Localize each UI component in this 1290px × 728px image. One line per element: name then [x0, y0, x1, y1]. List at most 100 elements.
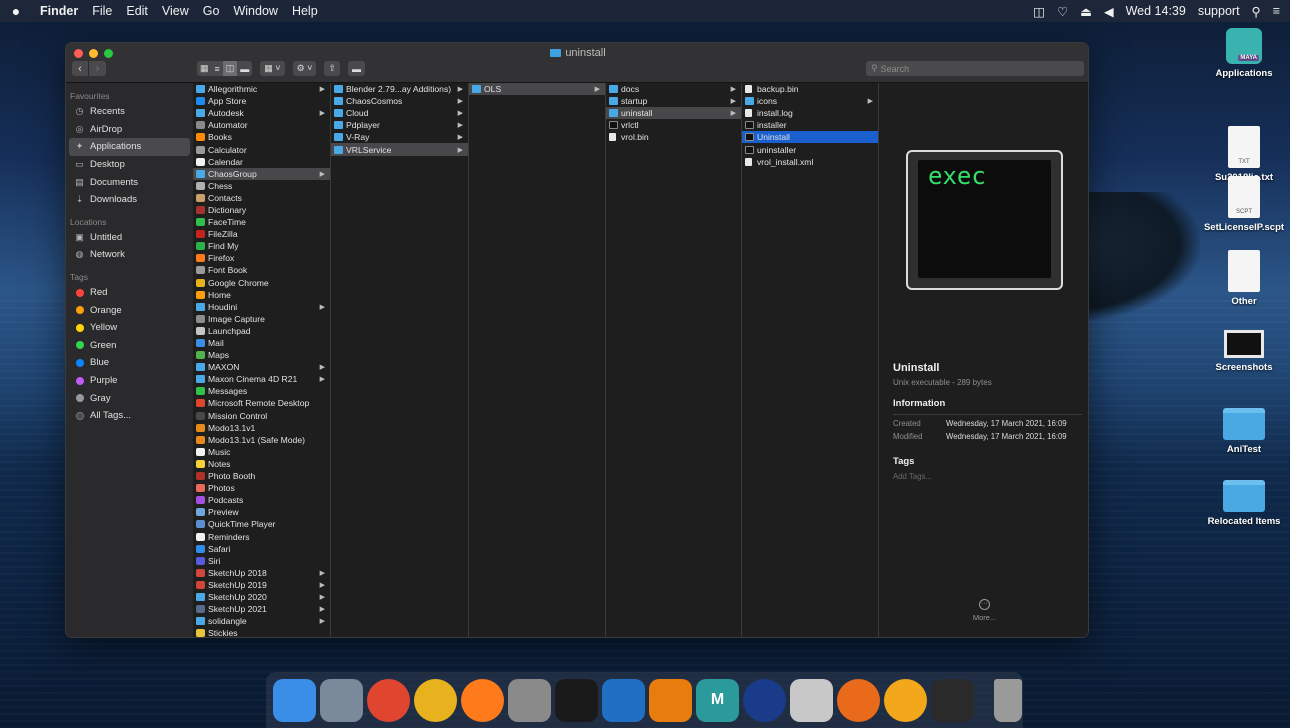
- desktop-item-anitest[interactable]: AniTest: [1198, 408, 1290, 455]
- list-item[interactable]: installer: [742, 119, 878, 131]
- chrome-icon[interactable]: [414, 678, 457, 722]
- sketchup-icon[interactable]: [602, 678, 645, 722]
- list-item[interactable]: Pdplayer ▶: [331, 119, 468, 131]
- list-item[interactable]: SketchUp 2018 ▶: [193, 567, 330, 579]
- list-item[interactable]: Maxon Cinema 4D R21 ▶: [193, 373, 330, 385]
- menu-finder[interactable]: Finder: [40, 4, 78, 18]
- menu-help[interactable]: Help: [292, 4, 318, 18]
- sidebar-tag-gray[interactable]: Gray: [66, 389, 193, 407]
- gallery-view-icon[interactable]: ▬: [237, 61, 252, 76]
- list-item[interactable]: backup.bin: [742, 83, 878, 95]
- notification-center-icon[interactable]: ≡: [1273, 4, 1280, 18]
- remote-desktop-icon[interactable]: [367, 678, 410, 722]
- clock[interactable]: Wed 14:39: [1126, 4, 1186, 18]
- tags-button-icon[interactable]: ▬: [347, 61, 365, 76]
- wifi-icon[interactable]: ♡: [1057, 4, 1068, 19]
- list-item[interactable]: uninstaller: [742, 143, 878, 155]
- back-button[interactable]: ‹: [72, 61, 89, 76]
- volume-icon[interactable]: ◀: [1104, 4, 1114, 19]
- list-item[interactable]: Safari: [193, 543, 330, 555]
- list-item[interactable]: Blender 2.79...ay Additions) ▶: [331, 83, 468, 95]
- list-item[interactable]: FileZilla: [193, 228, 330, 240]
- menu-file[interactable]: File: [92, 4, 112, 18]
- group-by-button[interactable]: ▦ ˅: [260, 61, 285, 76]
- menu-edit[interactable]: Edit: [126, 4, 148, 18]
- list-item[interactable]: Allegorithmic ▶: [193, 83, 330, 95]
- trash-icon[interactable]: [994, 678, 1022, 722]
- list-item[interactable]: Photo Booth: [193, 470, 330, 482]
- list-item[interactable]: Google Chrome: [193, 277, 330, 289]
- list-item[interactable]: ChaosCosmos ▶: [331, 95, 468, 107]
- sidebar-item-downloads[interactable]: ⇣ Downloads: [66, 191, 193, 209]
- screen-mirroring-icon[interactable]: ◫: [1033, 4, 1045, 19]
- list-item[interactable]: Houdini ▶: [193, 301, 330, 313]
- list-item[interactable]: Podcasts: [193, 494, 330, 506]
- modo-icon[interactable]: [884, 678, 927, 722]
- list-view-icon[interactable]: ≡: [212, 61, 223, 76]
- sidebar-item-recents[interactable]: ◷ Recents: [66, 103, 193, 121]
- desktop-item-applications[interactable]: MAYA Applications: [1198, 28, 1290, 79]
- more-button[interactable]: ··· More...: [879, 599, 1088, 622]
- houdini-icon[interactable]: [837, 678, 880, 722]
- list-item[interactable]: Dictionary: [193, 204, 330, 216]
- maya-icon[interactable]: M: [696, 678, 739, 722]
- list-item[interactable]: uninstall ▶: [606, 107, 741, 120]
- list-item[interactable]: icons ▶: [742, 95, 878, 107]
- desktop-item-su2018lic-txt[interactable]: TXTSu2018lic.txt: [1198, 126, 1290, 183]
- blender-icon[interactable]: [649, 678, 692, 722]
- sidebar-item-network[interactable]: ◍ Network: [66, 246, 193, 264]
- list-item[interactable]: Automator: [193, 119, 330, 131]
- sidebar-tag-blue[interactable]: Blue: [66, 354, 193, 372]
- list-item[interactable]: Font Book: [193, 264, 330, 276]
- activity-monitor-icon[interactable]: [931, 678, 974, 722]
- list-item[interactable]: FaceTime: [193, 216, 330, 228]
- list-item[interactable]: Notes: [193, 458, 330, 470]
- action-gear-icon[interactable]: ⚙ ˅: [292, 61, 317, 76]
- list-item[interactable]: Find My: [193, 240, 330, 252]
- list-item[interactable]: Launchpad: [193, 325, 330, 337]
- terminal-icon[interactable]: [555, 678, 598, 722]
- list-item[interactable]: Modo13.1v1 (Safe Mode): [193, 434, 330, 446]
- list-item[interactable]: ChaosGroup ▶: [193, 167, 330, 180]
- share-icon[interactable]: ⇧: [324, 61, 340, 76]
- list-item[interactable]: Preview: [193, 506, 330, 518]
- list-item[interactable]: Modo13.1v1: [193, 422, 330, 434]
- sidebar-item-desktop[interactable]: ▭ Desktop: [66, 156, 193, 174]
- firefox-icon[interactable]: [461, 678, 504, 722]
- list-item[interactable]: Cloud ▶: [331, 107, 468, 119]
- launchpad-icon[interactable]: [320, 678, 363, 722]
- list-item[interactable]: Calendar: [193, 156, 330, 168]
- list-item[interactable]: Maps: [193, 349, 330, 361]
- column-view-icon[interactable]: ◫: [222, 61, 238, 76]
- list-item[interactable]: Autodesk ▶: [193, 107, 330, 119]
- list-item[interactable]: vrol.bin: [606, 131, 741, 143]
- sidebar-item-airdrop[interactable]: ◎ AirDrop: [66, 121, 193, 139]
- list-item[interactable]: Calculator: [193, 143, 330, 155]
- list-item[interactable]: Photos: [193, 482, 330, 494]
- list-item[interactable]: Uninstall: [742, 131, 878, 144]
- list-item[interactable]: VRLService ▶: [331, 143, 468, 156]
- cinema4d-icon[interactable]: [743, 678, 786, 722]
- icon-view-icon[interactable]: ▦: [197, 61, 212, 76]
- spotlight-icon[interactable]: ⚲: [1252, 4, 1261, 19]
- menu-view[interactable]: View: [162, 4, 189, 18]
- list-item[interactable]: App Store: [193, 95, 330, 107]
- sidebar-tag-yellow[interactable]: Yellow: [66, 319, 193, 337]
- menu-go[interactable]: Go: [203, 4, 220, 18]
- desktop-item-screenshots[interactable]: Screenshots: [1198, 330, 1290, 373]
- list-item[interactable]: MAXON ▶: [193, 361, 330, 373]
- list-item[interactable]: Chess: [193, 180, 330, 192]
- list-item[interactable]: Reminders: [193, 530, 330, 542]
- list-item[interactable]: V-Ray ▶: [331, 131, 468, 143]
- sidebar-tag-orange[interactable]: Orange: [66, 301, 193, 319]
- list-item[interactable]: Image Capture: [193, 313, 330, 325]
- desktop-item-setlicenseip-scpt[interactable]: SCPT SetLicenseIP.scpt: [1198, 176, 1290, 233]
- eject-icon[interactable]: ⏏: [1080, 4, 1092, 19]
- desktop-item-relocated-items[interactable]: Relocated Items: [1198, 480, 1290, 527]
- list-item[interactable]: vrlctl: [606, 119, 741, 131]
- sidebar-tag-purple[interactable]: Purple: [66, 372, 193, 390]
- system-preferences-icon[interactable]: [508, 678, 551, 722]
- sidebar-item-untitled[interactable]: ▣ Untitled: [66, 229, 193, 247]
- list-item[interactable]: Music: [193, 446, 330, 458]
- sidebar-item-documents[interactable]: ▤ Documents: [66, 173, 193, 191]
